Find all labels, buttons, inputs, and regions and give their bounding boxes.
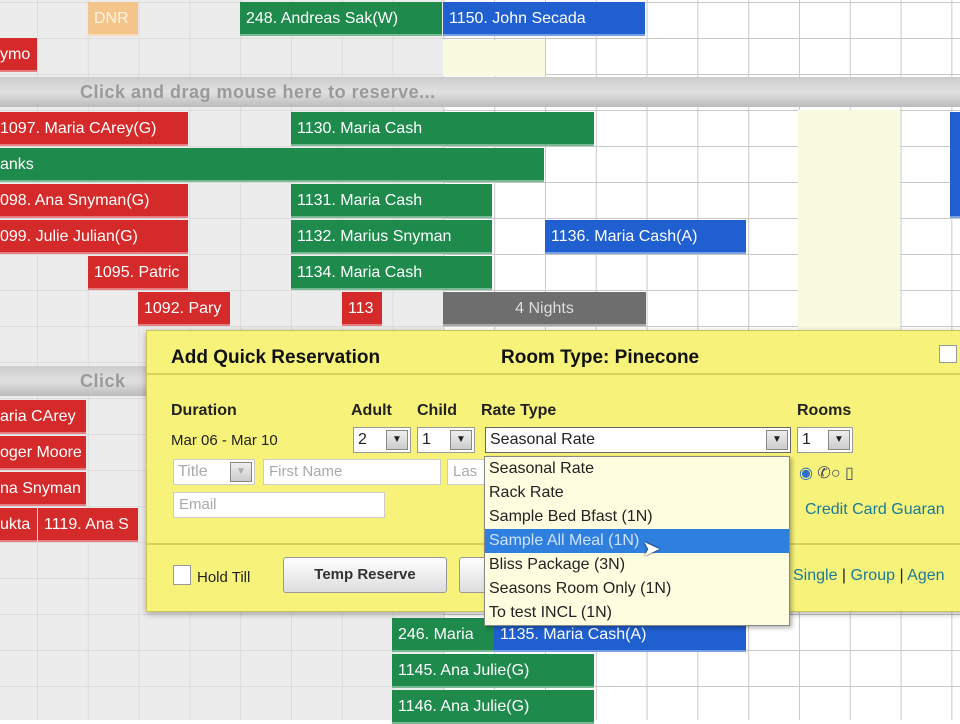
rate-option[interactable]: Sample Bed Bfast (1N) xyxy=(485,505,789,529)
contact-type-radios[interactable]: ◉ ✆○ ▯ xyxy=(799,463,854,483)
booking-bar[interactable]: ymo xyxy=(0,38,37,72)
mouse-cursor-icon: ➤ xyxy=(642,536,661,561)
mobile-icon: ▯ xyxy=(844,465,854,482)
duration-label: Duration xyxy=(171,402,237,419)
booking-bar[interactable]: 099. Julie Julian(G) xyxy=(0,220,188,254)
booking-bar[interactable]: 1119. Ana S xyxy=(38,508,138,542)
booking-bar[interactable]: 098. Ana Snyman(G) xyxy=(0,184,188,218)
booking-bar[interactable]: anks xyxy=(0,148,544,182)
rate-type-dropdown[interactable]: Seasonal Rate Rack Rate Sample Bed Bfast… xyxy=(484,456,790,626)
booking-bar[interactable]: 1130. Maria Cash xyxy=(291,112,594,146)
drag-to-reserve-row[interactable]: Click xyxy=(0,366,150,396)
weekend-column xyxy=(443,40,545,76)
booking-bar[interactable]: 1097. Maria CArey(G) xyxy=(0,112,188,146)
radio-icon[interactable]: ○ xyxy=(831,465,841,482)
rate-option[interactable]: Seasonal Rate xyxy=(485,457,789,481)
hold-till-checkbox[interactable] xyxy=(173,565,191,585)
rate-type-select[interactable]: Seasonal Rate ▼ xyxy=(485,427,791,453)
rate-type-value: Seasonal Rate xyxy=(490,431,595,448)
rate-option[interactable]: Seasons Room Only (1N) xyxy=(485,577,789,601)
email-input[interactable]: Email xyxy=(173,492,385,518)
title-placeholder: Title xyxy=(178,463,208,480)
group-link[interactable]: Group xyxy=(851,567,895,584)
radio-selected-icon[interactable]: ◉ xyxy=(799,465,813,482)
rate-option[interactable]: Rack Rate xyxy=(485,481,789,505)
chevron-down-icon[interactable]: ▼ xyxy=(766,430,788,450)
booking-bar[interactable]: 248. Andreas Sak(W) xyxy=(240,2,442,36)
dialog-title: Add Quick Reservation xyxy=(171,347,381,368)
booking-bar[interactable]: 1131. Maria Cash xyxy=(291,184,492,218)
chevron-down-icon[interactable]: ▼ xyxy=(386,430,408,450)
last-name-input[interactable]: Las xyxy=(447,459,487,485)
divider xyxy=(147,373,960,375)
temp-reserve-button[interactable]: Temp Reserve xyxy=(283,557,447,593)
booking-bar[interactable]: oger Moore xyxy=(0,436,86,470)
room-type: Room Type: Pinecone xyxy=(501,347,700,368)
agent-link[interactable]: Agen xyxy=(907,567,944,584)
rate-option-highlighted[interactable]: Sample All Meal (1N) xyxy=(485,529,789,553)
single-link[interactable]: Single xyxy=(793,567,837,584)
hold-till-label: Hold Till xyxy=(197,569,251,586)
adult-label: Adult xyxy=(351,402,392,419)
booking-bar[interactable]: 1150. John Secada xyxy=(443,2,645,36)
rate-type-label: Rate Type xyxy=(481,402,557,419)
chevron-down-icon[interactable]: ▼ xyxy=(828,430,850,450)
booking-bar[interactable]: 1095. Patric xyxy=(88,256,188,290)
chevron-down-icon[interactable]: ▼ xyxy=(450,430,472,450)
booking-bar[interactable]: 1146. Ana Julie(G) xyxy=(392,690,594,724)
rooms-select[interactable]: 1 ▼ xyxy=(797,427,853,453)
booking-bar[interactable]: na Snyman xyxy=(0,472,86,506)
rooms-label: Rooms xyxy=(797,402,852,419)
credit-card-guarantee-link[interactable]: Credit Card Guaran xyxy=(805,501,945,519)
booking-mode-links: Single | Group | Agen xyxy=(793,567,945,584)
child-label: Child xyxy=(417,402,457,419)
first-name-input[interactable]: First Name xyxy=(263,459,441,485)
booking-bar[interactable]: 1092. Pary xyxy=(138,292,230,326)
adult-value: 2 xyxy=(358,431,367,448)
drag-to-reserve-row[interactable]: Click and drag mouse here to reserve... xyxy=(0,77,960,107)
booking-bar[interactable]: 1132. Marius Snyman xyxy=(291,220,492,254)
booking-bar[interactable]: DNR xyxy=(88,2,138,36)
booking-bar[interactable]: 1134. Maria Cash xyxy=(291,256,492,290)
child-value: 1 xyxy=(422,431,431,448)
adult-select[interactable]: 2 ▼ xyxy=(353,427,411,453)
phone-icon: ✆ xyxy=(817,465,831,482)
chevron-down-icon[interactable]: ▼ xyxy=(230,462,252,482)
duration-value: Mar 06 - Mar 10 xyxy=(171,432,278,449)
rooms-value: 1 xyxy=(802,431,811,448)
child-select[interactable]: 1 ▼ xyxy=(417,427,475,453)
booking-bar[interactable] xyxy=(950,112,960,218)
rate-option[interactable]: To test INCL (1N) xyxy=(485,601,789,625)
booking-bar[interactable]: 1136. Maria Cash(A) xyxy=(545,220,746,254)
booking-bar[interactable]: ukta xyxy=(0,508,37,542)
rate-option[interactable]: Bliss Package (3N) xyxy=(485,553,789,577)
booking-bar[interactable]: 246. Maria xyxy=(392,618,494,652)
new-selection-bar[interactable]: 4 Nights xyxy=(443,292,646,326)
close-checkbox[interactable] xyxy=(939,345,957,363)
booking-bar[interactable]: 1145. Ana Julie(G) xyxy=(392,654,594,688)
booking-bar[interactable]: 113 xyxy=(342,292,382,326)
booking-bar[interactable]: aria CArey xyxy=(0,400,86,434)
title-select[interactable]: Title ▼ xyxy=(173,459,255,485)
